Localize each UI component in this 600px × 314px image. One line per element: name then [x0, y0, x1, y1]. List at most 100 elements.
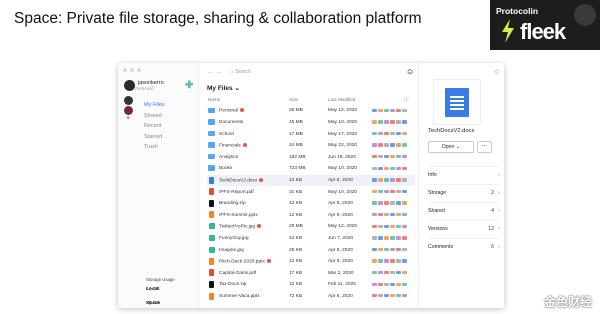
table-row[interactable]: Documents 45 MB May 10, 2020	[207, 117, 415, 129]
file-name-text: Books	[219, 166, 233, 172]
add-workspace-button[interactable]: +	[126, 115, 130, 122]
table-row[interactable]: TechDocsV2.docx 12 KB Apr 6, 2020	[207, 174, 415, 187]
folder-icon	[208, 165, 215, 171]
sharing-indicators	[372, 154, 407, 159]
status-tag-icon	[372, 270, 377, 275]
file-size: 12 KB	[289, 212, 303, 218]
column-size[interactable]: Size	[289, 97, 298, 102]
sharing-indicators	[372, 236, 407, 240]
property-row[interactable]: Info ›	[428, 166, 500, 184]
status-tag-icon	[390, 247, 395, 252]
folder-icon	[208, 119, 215, 125]
user-profile[interactable]: jasonkerro Personal	[124, 80, 164, 91]
chevron-right-icon: ›	[498, 244, 500, 250]
column-name[interactable]: Name	[208, 97, 220, 102]
status-tag-icon	[402, 212, 407, 217]
status-tag-icon	[396, 247, 401, 252]
file-name: FunnyGuy.jpg	[219, 236, 249, 241]
table-row[interactable]: Imagine.jpg 25 KB Apr 6, 2020	[207, 244, 415, 256]
zip-icon	[209, 199, 214, 207]
file-size: 723 MB	[289, 166, 306, 172]
status-tag-icon	[372, 201, 377, 205]
star-icon[interactable]: ☆	[494, 68, 500, 76]
property-value: 12	[488, 226, 494, 232]
table-row[interactable]: Branding.zip 42 KB Apr 8, 2020	[207, 198, 415, 210]
property-row[interactable]: Storage 2 ›	[428, 184, 500, 202]
sharing-indicators	[372, 189, 407, 194]
sidebar-item-starred[interactable]: Starred	[144, 132, 164, 143]
status-tag-icon	[384, 259, 389, 263]
property-row[interactable]: Comments 6 ›	[428, 238, 500, 256]
more-options-button[interactable]: ...	[477, 141, 492, 153]
sharing-indicators	[372, 224, 407, 229]
sharing-indicators	[372, 178, 407, 182]
status-tag-icon	[378, 270, 383, 275]
avatar	[124, 80, 135, 91]
status-tag-icon	[372, 154, 377, 159]
sharing-indicators	[372, 143, 407, 147]
property-row[interactable]: Versions 12 ›	[428, 220, 500, 238]
file-size: 31 KB	[289, 189, 303, 195]
file-name-text: Financials	[219, 143, 241, 149]
file-size: 25 KB	[289, 247, 303, 253]
table-row[interactable]: Tax-Docs.zip 12 KB Feb 11, 2020	[207, 279, 415, 291]
sharing-indicators	[372, 166, 407, 171]
bell-icon[interactable]	[407, 68, 413, 75]
selected-file-name: TechDocsV2.docx	[428, 128, 475, 134]
info-icon[interactable]: ⓘ	[404, 97, 409, 103]
forward-arrow-icon[interactable]: →	[215, 69, 222, 76]
file-name-text: Branding.zip	[219, 201, 246, 207]
table-row[interactable]: School 17 MB May 17, 2020	[207, 128, 415, 140]
image-icon	[209, 246, 215, 253]
table-row[interactable]: TwitterProPic.jpg 29 MB May 12, 2020	[207, 221, 415, 233]
table-row[interactable]: Pitch-Deck-2020.pptx 12 KB Apr 6, 2020	[207, 256, 415, 268]
status-tag-icon	[402, 294, 407, 298]
workspace-avatar[interactable]	[124, 96, 133, 105]
table-row[interactable]: FunnyGuy.jpg 12 KB Jun 7, 2020	[207, 233, 415, 245]
table-row[interactable]: Personal 26 MB May 12, 2020	[207, 105, 415, 117]
property-row[interactable]: Shared 4 ›	[428, 202, 500, 220]
status-tag-icon	[384, 201, 389, 205]
file-size: 45 MB	[289, 119, 303, 125]
file-modified: May 12, 2020	[328, 108, 358, 114]
status-tag-icon	[390, 131, 395, 136]
table-row[interactable]: IPFS-Summit.pptx 12 KB Apr 9, 2020	[207, 209, 415, 221]
sidebar-item-recent[interactable]: Recent	[144, 121, 164, 132]
window-maximize-dot[interactable]	[137, 68, 141, 72]
status-tag-icon	[396, 259, 401, 263]
plus-icon[interactable]: ✚	[185, 80, 193, 91]
table-row[interactable]: Capital-Gains.pdf 17 KB Mar 2, 2020	[207, 267, 415, 279]
workspace-avatar[interactable]	[124, 106, 133, 115]
status-tag-icon	[390, 259, 395, 263]
breadcrumb[interactable]: My Files ⌄	[207, 84, 240, 92]
column-modified[interactable]: Last Modified	[328, 97, 355, 102]
file-name: Financials	[219, 143, 247, 148]
presenter-avatar	[574, 4, 596, 26]
file-modified: Apr 6, 2020	[328, 259, 353, 265]
file-name: Analytics	[219, 155, 238, 160]
table-row[interactable]: Financials 24 MB May 22, 2020	[207, 140, 415, 152]
sidebar-item-my-files[interactable]: My Files	[144, 100, 164, 111]
table-row[interactable]: Summer-Vaca.pptx 72 KB Apr 6, 2020	[207, 291, 415, 303]
window-close-dot[interactable]	[123, 68, 127, 72]
doc-icon	[209, 176, 214, 184]
table-row[interactable]: Books 723 MB May 10, 2020	[207, 163, 415, 175]
status-tag-icon	[378, 143, 383, 147]
sidebar-item-shared[interactable]: Shared	[144, 111, 164, 122]
table-row[interactable]: IPFS-Report.pdf 31 KB May 10, 2020	[207, 186, 415, 198]
status-tag-icon	[372, 282, 377, 286]
back-arrow-icon[interactable]: ←	[207, 69, 214, 76]
file-name-text: Capital-Gains.pdf	[219, 270, 257, 276]
notification-badge	[239, 108, 244, 113]
window-minimize-dot[interactable]	[130, 68, 134, 72]
search-input[interactable]: ⌕ Search	[231, 69, 251, 75]
file-name-text: Summer-Vaca.pptx	[219, 293, 260, 299]
file-name: TwitterProPic.jpg	[219, 224, 261, 230]
nav-arrows[interactable]: ← →	[207, 69, 222, 76]
status-tag-icon	[390, 212, 395, 217]
user-plan: Personal	[135, 86, 153, 91]
sidebar-item-trash[interactable]: Trash	[144, 142, 164, 153]
table-row[interactable]: Analytics 182 MB Jun 19, 2020	[207, 151, 415, 163]
file-modified: Jun 19, 2020	[328, 154, 356, 160]
open-button[interactable]: Open ⌄	[428, 141, 474, 153]
